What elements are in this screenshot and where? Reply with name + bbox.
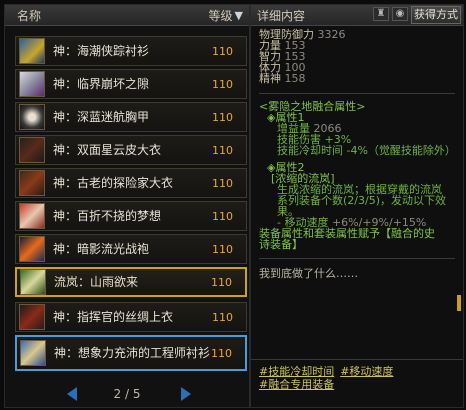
divider (259, 93, 455, 94)
detail-panel: 详细内容 ♜ ◉ 获得方式 物理防御力 3326 力量 153 智力 153 体… (250, 4, 464, 408)
pagination: 2 / 5 (5, 383, 249, 405)
item-level: 110 (212, 143, 233, 157)
obtain-method-button[interactable]: 获得方式 (411, 6, 461, 24)
list-item[interactable]: 神：百折不挠的梦想 110 (15, 201, 247, 231)
item-name: 神：深蓝迷航胸甲 (53, 109, 150, 124)
list-item[interactable]: 神：双面星云皮大衣 110 (15, 135, 247, 165)
item-level: 110 (212, 44, 233, 58)
item-level: 110 (212, 310, 233, 324)
shirt-icon (19, 71, 45, 97)
item-name: 神：百折不挠的梦想 (53, 208, 162, 223)
list-header: 名称 等级 ▼ (5, 5, 249, 26)
detail-header: 详细内容 ♜ ◉ 获得方式 (251, 5, 463, 26)
eye-icon[interactable]: ◉ (392, 7, 408, 21)
sort-down-icon: ▼ (234, 8, 243, 22)
shirt-icon (19, 38, 45, 64)
item-name: 神：古老的探险家大衣 (53, 175, 174, 190)
tag-link[interactable]: #融合专用装备 (259, 378, 334, 391)
item-name: 神：想象力充沛的工程师衬衫 (54, 345, 211, 360)
divider (259, 258, 455, 259)
item-level: 110 (212, 209, 233, 223)
item-name: 神：海潮侠踪衬衫 (53, 43, 150, 58)
item-list-panel: 名称 等级 ▼ 神：海潮侠踪衬衫 110 神：临界崩坏之隙 110 神：深蓝迷航… (4, 4, 250, 408)
item-level: 110 (212, 77, 233, 91)
name-column-header[interactable]: 名称 (17, 7, 41, 24)
shirt-icon (19, 304, 45, 330)
stat-spirit: 精神 158 (259, 72, 306, 85)
list-item-hovered[interactable]: 神：想象力充沛的工程师衬衫 110 (15, 335, 247, 371)
breastplate-icon (19, 104, 45, 130)
item-level: 110 (212, 110, 233, 124)
list-item[interactable]: 神：古老的探险家大衣 110 (15, 168, 247, 198)
attr1-line: 技能冷却时间 -4%（觉醒技能除外） (277, 144, 456, 157)
detail-title: 详细内容 (257, 8, 306, 23)
tag-link[interactable]: #移动速度 (340, 365, 393, 378)
level-column-header: 等级 (208, 8, 233, 23)
cloak-icon (20, 269, 46, 295)
page-indicator: 2 / 5 (113, 387, 141, 401)
list-item[interactable]: 神：海潮侠踪衬衫 110 (15, 36, 247, 66)
item-name: 神：双面星云皮大衣 (53, 142, 162, 157)
item-name: 神：临界崩坏之隙 (53, 76, 150, 91)
list-item[interactable]: 神：深蓝迷航胸甲 110 (15, 102, 247, 132)
list-item[interactable]: 神：暗影流光战袍 110 (15, 234, 247, 264)
coat-icon (19, 170, 45, 196)
armor-icon (19, 203, 45, 229)
detail-scrollbar[interactable] (457, 295, 461, 311)
robe-icon (19, 236, 45, 262)
armor-compare-icon[interactable]: ♜ (373, 7, 389, 21)
detail-content: 物理防御力 3326 力量 153 智力 153 体力 100 精神 158 <… (259, 29, 456, 280)
item-level: 110 (212, 242, 233, 256)
fusion-note: 诗装备】 (259, 238, 303, 251)
list-item-selected[interactable]: 流岚：山雨欲来 110 (15, 267, 247, 297)
item-name: 神：指挥官的丝绸上衣 (53, 309, 174, 324)
level-sort-button[interactable]: 等级 ▼ (209, 7, 243, 24)
item-level: 110 (212, 176, 233, 190)
item-level: 110 (211, 346, 232, 360)
prev-page-icon[interactable] (67, 387, 77, 401)
flavor-text: 我到底做了什么…… (259, 267, 358, 280)
list-item[interactable]: 神：指挥官的丝绸上衣 110 (15, 302, 247, 332)
next-page-icon[interactable] (181, 387, 191, 401)
tag-list: #技能冷却时间 #移动速度 #融合专用装备 (259, 365, 459, 391)
coat-icon (19, 137, 45, 163)
item-name: 神：暗影流光战袍 (53, 241, 150, 256)
item-level: 110 (211, 275, 232, 289)
divider (251, 359, 463, 360)
list-item[interactable]: 神：临界崩坏之隙 110 (15, 69, 247, 99)
tag-link[interactable]: #技能冷却时间 (259, 365, 334, 378)
item-name: 流岚：山雨欲来 (54, 274, 139, 289)
shirt-icon (20, 340, 46, 366)
